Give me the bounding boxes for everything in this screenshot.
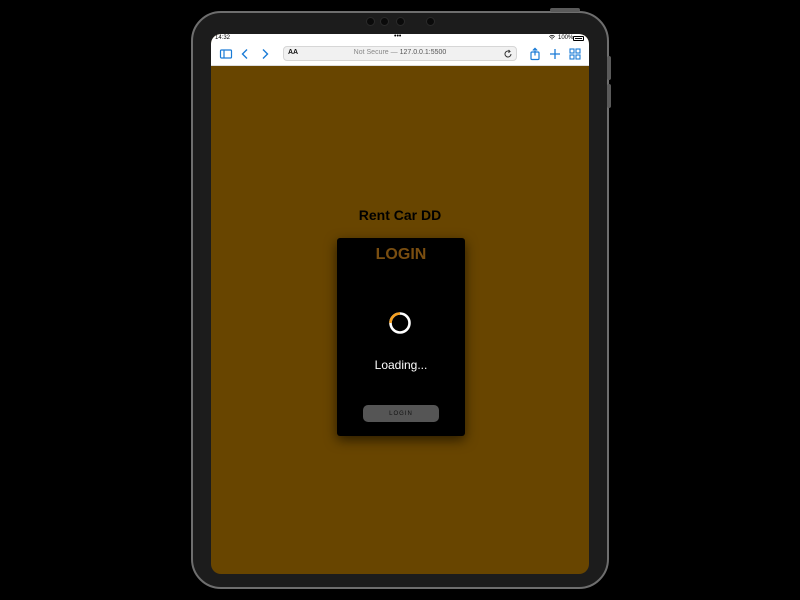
url-display: Not Secure — 127.0.0.1:5500 xyxy=(284,49,516,56)
battery-icon xyxy=(573,36,584,41)
multitask-dots[interactable]: ••• xyxy=(394,34,401,40)
forward-icon[interactable] xyxy=(258,47,272,61)
security-label: Not Secure — xyxy=(353,49,398,56)
wifi-icon xyxy=(549,35,555,40)
login-card: LOGIN Loading... LOGIN xyxy=(337,238,465,436)
login-button[interactable]: LOGIN xyxy=(363,405,439,422)
screen: 14:32 ••• 100% AA Not Secure — 127.0.0.1… xyxy=(211,34,589,574)
back-icon[interactable] xyxy=(238,47,252,61)
loading-spinner-icon xyxy=(389,312,411,334)
battery-percentage: 100% xyxy=(558,35,574,41)
camera-dot xyxy=(426,17,435,26)
app-title: Rent Car DD xyxy=(358,207,442,223)
camera-array xyxy=(364,16,436,26)
share-icon[interactable] xyxy=(528,47,542,61)
address-bar[interactable]: AA Not Secure — 127.0.0.1:5500 xyxy=(283,46,517,61)
login-title: LOGIN xyxy=(375,246,427,263)
new-tab-icon[interactable] xyxy=(548,47,562,61)
camera-dot xyxy=(366,17,375,26)
power-button xyxy=(550,8,580,12)
status-bar: 14:32 ••• 100% xyxy=(211,34,589,44)
status-time: 14:32 xyxy=(215,35,231,41)
browser-toolbar: AA Not Secure — 127.0.0.1:5500 xyxy=(211,44,589,66)
url-host: 127.0.0.1:5500 xyxy=(399,49,447,56)
reload-icon[interactable] xyxy=(503,49,513,59)
volume-down-button xyxy=(607,84,611,108)
tabs-overview-icon[interactable] xyxy=(568,47,582,61)
volume-up-button xyxy=(607,56,611,80)
camera-dot xyxy=(396,17,405,26)
loading-text: Loading... xyxy=(374,358,428,372)
camera-dot xyxy=(380,17,389,26)
sidebar-icon[interactable] xyxy=(219,47,233,61)
